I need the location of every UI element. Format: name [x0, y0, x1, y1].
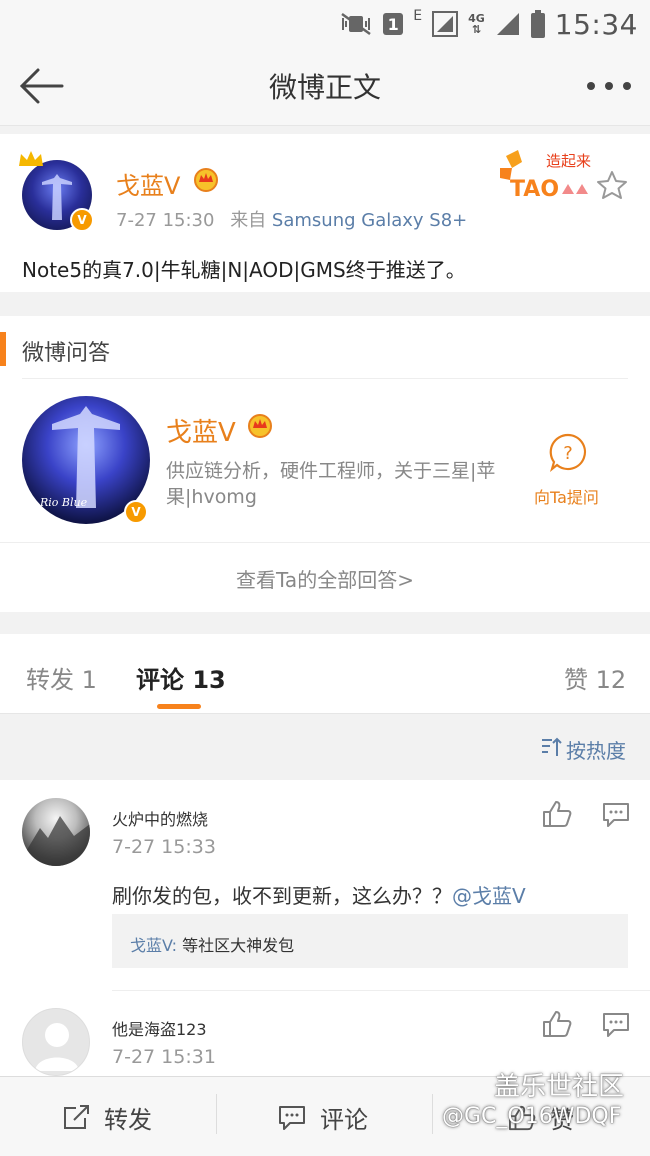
- reply-author-name[interactable]: 戈蓝V:: [130, 936, 177, 955]
- active-tab-indicator: [157, 704, 201, 709]
- nav-bar: 微博正文: [0, 48, 650, 126]
- watermark-user: @GC_O16WDQF: [442, 1104, 622, 1129]
- qa-bottom-divider: [0, 542, 650, 543]
- tao-promo-logo[interactable]: TAO 造起来: [498, 146, 608, 202]
- verified-badge: V: [70, 208, 94, 232]
- post-source[interactable]: Samsung Galaxy S8+: [272, 210, 467, 231]
- page-title: 微博正文: [268, 71, 381, 104]
- tab-comment[interactable]: 评论 13: [136, 660, 226, 695]
- comment-avatar[interactable]: [22, 798, 90, 866]
- post-text: Note5的真7.0|牛轧糖|N|AOD|GMS终于推送了。: [22, 258, 466, 282]
- thumbs-up-icon[interactable]: [542, 800, 572, 828]
- qa-description: 供应链分析，硬件工程师，关于三星|苹果|hvomg: [166, 460, 496, 508]
- network-type-e: E: [413, 8, 423, 24]
- comment-icon: [279, 1105, 305, 1130]
- clock: 15:34: [554, 7, 638, 41]
- thumbs-up-icon-2[interactable]: [542, 1010, 572, 1038]
- tab-bar: [0, 634, 650, 714]
- tao-promo-text: 造起来: [546, 152, 591, 170]
- repost-icon: [64, 1104, 89, 1129]
- comment-text-main: 刷你发的包，收不到更新，这么办？？: [112, 884, 452, 908]
- comment-button[interactable]: 评论: [278, 1100, 368, 1135]
- watermark-brand: 盖乐世社区: [494, 1072, 625, 1102]
- sim-slot-icon: 1: [383, 13, 404, 35]
- sort-icon[interactable]: [540, 736, 562, 758]
- signal-icon: [432, 11, 459, 37]
- svg-text:?: ?: [563, 443, 573, 464]
- repost-label: 转发: [104, 1106, 152, 1134]
- bottom-separator: [216, 1094, 217, 1134]
- comment-author-name[interactable]: 火炉中的燃烧: [112, 806, 208, 830]
- comment-divider: [112, 990, 650, 991]
- tab-like[interactable]: 赞 12: [564, 660, 626, 695]
- ask-question-button[interactable]: 向Ta提问: [534, 484, 599, 508]
- tab-repost[interactable]: 转发 1: [26, 660, 97, 695]
- comment-avatar-default[interactable]: [22, 1008, 90, 1076]
- question-icon[interactable]: ?: [548, 432, 588, 473]
- post-source-prefix: 来自: [230, 210, 267, 231]
- comment-time-2: 7-27 15:31: [112, 1046, 216, 1068]
- qa-name[interactable]: 戈蓝V: [166, 412, 236, 449]
- qa-verified-badge: V: [124, 500, 148, 524]
- cell-signal-icon: [495, 11, 521, 37]
- qa-divider: [22, 378, 628, 379]
- more-options-icon[interactable]: [586, 76, 632, 96]
- repost-button[interactable]: 转发: [62, 1100, 152, 1135]
- post-time: 7-27 15:30: [116, 210, 215, 231]
- reply-comment-icon-2[interactable]: [602, 1012, 630, 1038]
- battery-icon: [530, 10, 545, 38]
- post-meta: 7-27 15:30 来自 Samsung Galaxy S8+: [116, 206, 467, 232]
- avatar-caption: Rio Blue: [40, 496, 88, 509]
- vip-crown-icon: [192, 166, 220, 192]
- reply-text: 戈蓝V: 等社区大神发包: [130, 932, 294, 956]
- qa-vip-crown-icon: [246, 412, 274, 438]
- comment-label: 评论: [320, 1106, 368, 1134]
- comment-author-name-2[interactable]: 他是海盗123: [112, 1016, 207, 1040]
- reply-content: 等社区大神发包: [177, 936, 295, 955]
- qa-accent-bar: [0, 332, 6, 366]
- bottom-separator-2: [432, 1094, 433, 1134]
- post-author-name[interactable]: 戈蓝V: [116, 166, 180, 201]
- network-4g-icon: 4G ⇅: [468, 12, 485, 36]
- comment-text: 刷你发的包，收不到更新，这么办？？@戈蓝V: [112, 880, 526, 909]
- sort-by-hot-button[interactable]: 按热度: [566, 735, 626, 764]
- reply-comment-icon[interactable]: [602, 802, 630, 828]
- favorite-star-icon[interactable]: [596, 170, 628, 200]
- comment-time: 7-27 15:33: [112, 836, 216, 858]
- comment-mention-link[interactable]: @戈蓝V: [452, 884, 526, 908]
- crown-icon: [16, 148, 46, 170]
- view-all-answers-link[interactable]: 查看Ta的全部回答>: [0, 564, 650, 593]
- status-bar: 1 E 4G ⇅ 15:34: [0, 0, 650, 48]
- vibrate-mute-icon: [339, 12, 373, 36]
- qa-section-title: 微博问答: [22, 341, 111, 366]
- tao-logo-text: TAO: [510, 177, 559, 200]
